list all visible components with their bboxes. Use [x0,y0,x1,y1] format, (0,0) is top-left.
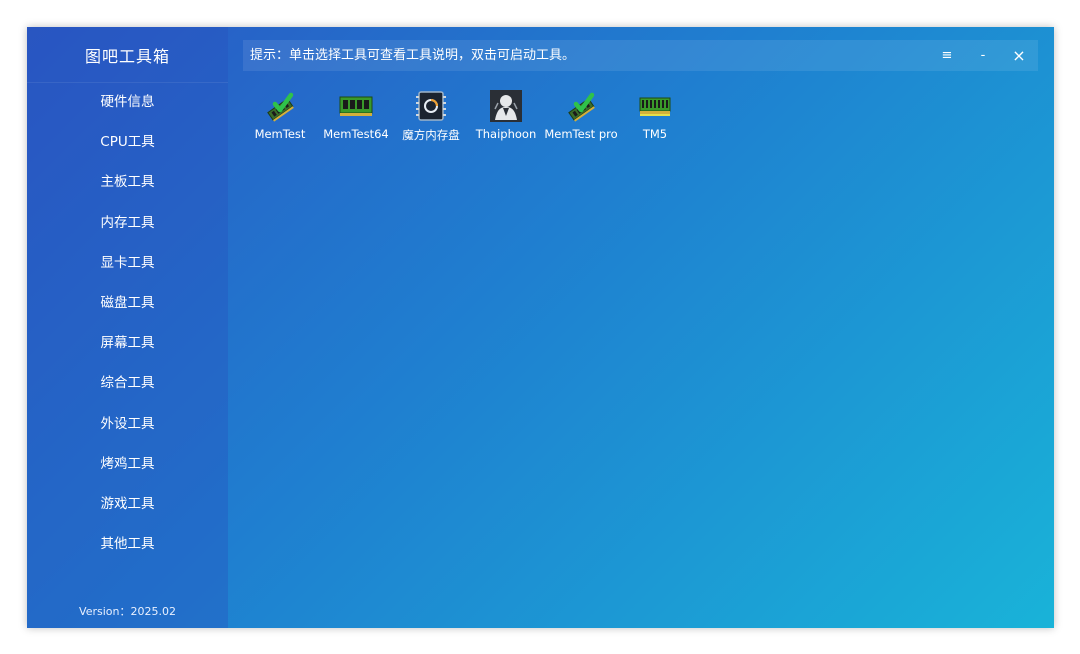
memtest-pro-icon [568,92,595,122]
thaiphoon-icon [490,90,522,122]
sidebar-item-disk-tools[interactable]: 磁盘工具 [27,288,228,328]
app-window: 图吧工具箱 硬件信息 CPU工具 主板工具 内存工具 显卡工具 磁盘工具 屏幕工… [27,27,1054,628]
sidebar-item-general-tools[interactable]: 综合工具 [27,368,228,408]
tip-text: 提示：单击选择工具可查看工具说明，双击可启动工具。 [250,48,576,63]
chip-disk-icon [416,91,446,121]
tool-label: 魔方内存盘 [402,128,460,142]
memtest-icon [267,92,294,122]
sidebar-item-gpu-tools[interactable]: 显卡工具 [27,248,228,288]
sidebar-item-game-tools[interactable]: 游戏工具 [27,489,228,529]
version-label: Version：2025.02 [79,605,176,618]
close-button[interactable]: × [1008,40,1030,71]
app-title: 图吧工具箱 [84,47,170,66]
tool-memtest-pro[interactable]: MemTest pro [540,89,622,141]
tool-memtest64[interactable]: MemTest64 [315,89,397,141]
sidebar-item-cpu-tools[interactable]: CPU工具 [27,127,228,167]
sidebar-item-stress-tools[interactable]: 烤鸡工具 [27,449,228,489]
tool-tm5[interactable]: TM5 [614,89,696,141]
sidebar-item-motherboard-tools[interactable]: 主板工具 [27,167,228,207]
menu-button[interactable]: ≡ [936,40,958,71]
minimize-button[interactable]: - [972,40,994,71]
tool-label: Thaiphoon [475,127,537,141]
sidebar: 图吧工具箱 硬件信息 CPU工具 主板工具 内存工具 显卡工具 磁盘工具 屏幕工… [27,27,228,628]
tool-ramdisk[interactable]: 魔方内存盘 [390,89,472,143]
sidebar-item-peripheral-tools[interactable]: 外设工具 [27,409,228,449]
sidebar-item-screen-tools[interactable]: 屏幕工具 [27,328,228,368]
sidebar-item-memory-tools[interactable]: 内存工具 [27,208,228,248]
sidebar-item-other-tools[interactable]: 其他工具 [27,529,228,569]
tip-bar: 提示：单击选择工具可查看工具说明，双击可启动工具。 ≡ - × [243,40,1038,71]
tool-label: TM5 [642,127,668,141]
memtest64-icon [339,96,373,116]
sidebar-nav: 硬件信息 CPU工具 主板工具 内存工具 显卡工具 磁盘工具 屏幕工具 综合工具… [27,87,228,569]
sidebar-divider [27,82,228,83]
tool-thaiphoon[interactable]: Thaiphoon [465,89,547,141]
tool-label: MemTest pro [544,127,618,141]
sidebar-item-hardware-info[interactable]: 硬件信息 [27,87,228,127]
tm5-icon [639,97,671,116]
tool-label: MemTest [254,127,306,141]
tool-memtest[interactable]: MemTest [239,89,321,141]
tool-label: MemTest64 [323,127,389,141]
